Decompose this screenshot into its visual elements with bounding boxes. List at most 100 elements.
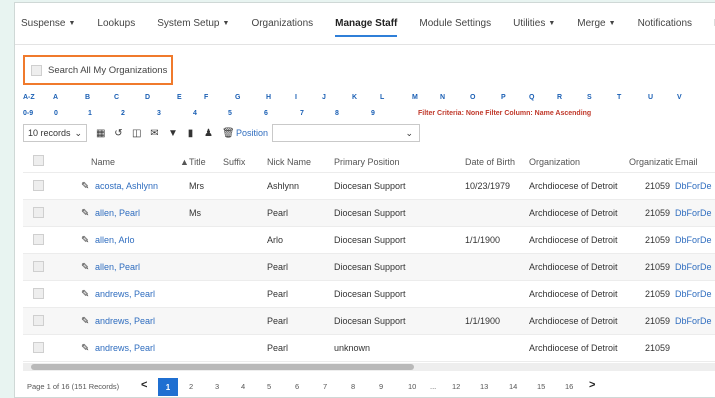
alpha-filter-c[interactable]: C [114, 94, 119, 101]
page-button[interactable]: 13 [480, 382, 488, 391]
alpha-filter-k[interactable]: K [352, 94, 357, 101]
page-button[interactable]: 6 [295, 382, 299, 391]
page-button-current[interactable]: 1 [158, 378, 178, 396]
cell-name[interactable]: allen, Arlo [95, 235, 135, 245]
nav-item-module-settings[interactable]: Module Settings [419, 3, 491, 45]
refresh-icon[interactable]: ↺ [114, 128, 123, 139]
table-row[interactable]: ✎ allen, Pearl Pearl Diocesan Support Archdi… [23, 254, 715, 281]
nav-item-suspense[interactable]: Suspense ▼ [21, 3, 75, 45]
cell-name[interactable]: andrews, Pearl [95, 343, 155, 353]
alpha-filter-f[interactable]: F [204, 94, 208, 101]
page-button[interactable]: 5 [267, 382, 271, 391]
page-button[interactable]: 12 [452, 382, 460, 391]
table-row[interactable]: ✎ andrews, Pearl Pearl Diocesan Support 1/1/… [23, 308, 715, 335]
edit-pencil-icon[interactable]: ✎ [81, 316, 89, 327]
row-checkbox[interactable] [33, 314, 44, 328]
nav-item-utilities[interactable]: Utilities ▼ [513, 3, 555, 45]
alpha-filter-q[interactable]: Q [529, 94, 534, 101]
alpha-filter-l[interactable]: L [380, 94, 384, 101]
edit-pencil-icon[interactable]: ✎ [81, 343, 89, 354]
alpha-filter-1[interactable]: 1 [88, 110, 92, 117]
alpha-filter-o[interactable]: O [470, 94, 475, 101]
alpha-filter-a-z[interactable]: A-Z [23, 94, 35, 101]
col-date-of-birth[interactable]: Date of Birth [465, 157, 515, 167]
horizontal-scrollbar[interactable] [23, 363, 715, 371]
table-row[interactable]: ✎ andrews, Pearl Pearl unknown Archdiocese o… [23, 335, 715, 362]
row-checkbox[interactable] [33, 287, 44, 301]
cell-name[interactable]: acosta, Ashlynn [95, 181, 158, 191]
row-checkbox[interactable] [33, 341, 44, 355]
page-button[interactable]: 8 [351, 382, 355, 391]
col-nick-name[interactable]: Nick Name [267, 157, 311, 167]
cell-email[interactable]: DbForDe [675, 181, 715, 191]
row-checkbox[interactable] [33, 206, 44, 220]
edit-pencil-icon[interactable]: ✎ [81, 289, 89, 300]
cell-name[interactable]: andrews, Pearl [95, 289, 155, 299]
columns-icon[interactable]: ◫ [132, 128, 141, 139]
export-icon[interactable]: ▮ [186, 128, 195, 139]
alpha-filter-e[interactable]: E [177, 94, 182, 101]
delete-icon[interactable]: 🗑 [222, 128, 235, 139]
nav-item-organizations[interactable]: Organizations [251, 3, 313, 45]
row-checkbox[interactable] [33, 260, 44, 274]
alpha-filter-s[interactable]: S [587, 94, 592, 101]
page-button[interactable]: 14 [509, 382, 517, 391]
alpha-filter-i[interactable]: I [295, 94, 297, 101]
table-row[interactable]: ✎ andrews, Pearl Pearl Diocesan Support Arch… [23, 281, 715, 308]
col-organization[interactable]: Organization [529, 157, 580, 167]
alpha-filter-8[interactable]: 8 [335, 110, 339, 117]
alpha-filter-p[interactable]: P [501, 94, 506, 101]
col-email[interactable]: Email [675, 157, 698, 167]
select-all-checkbox[interactable] [33, 155, 44, 168]
cell-name[interactable]: andrews, Pearl [95, 316, 155, 326]
table-row[interactable]: ✎ allen, Arlo Arlo Diocesan Support 1/1/1900… [23, 227, 715, 254]
page-button[interactable]: 9 [379, 382, 383, 391]
nav-item-manage-staff[interactable]: Manage Staff [335, 3, 398, 45]
row-checkbox[interactable] [33, 233, 44, 247]
nav-item-system-setup[interactable]: System Setup ▼ [157, 3, 229, 45]
alpha-filter-h[interactable]: H [266, 94, 271, 101]
alpha-filter-g[interactable]: G [235, 94, 240, 101]
alpha-filter-4[interactable]: 4 [193, 110, 197, 117]
nav-item-notifications[interactable]: Notifications [638, 3, 692, 45]
alpha-filter-n[interactable]: N [440, 94, 445, 101]
col-title[interactable]: Title [189, 157, 206, 167]
edit-pencil-icon[interactable]: ✎ [81, 181, 89, 192]
alpha-filter-d[interactable]: D [145, 94, 150, 101]
edit-pencil-icon[interactable]: ✎ [81, 208, 89, 219]
alpha-filter-7[interactable]: 7 [300, 110, 304, 117]
edit-pencil-icon[interactable]: ✎ [81, 262, 89, 273]
cell-name[interactable]: allen, Pearl [95, 262, 140, 272]
cell-email[interactable]: DbForDe [675, 316, 715, 326]
cell-email[interactable]: DbForDe [675, 235, 715, 245]
col-suffix[interactable]: Suffix [223, 157, 245, 167]
col-organization-code[interactable]: Organizatic [629, 157, 673, 167]
edit-pencil-icon[interactable]: ✎ [81, 235, 89, 246]
prev-page-button[interactable]: < [141, 379, 147, 391]
cell-email[interactable]: DbForDe [675, 262, 715, 272]
page-button[interactable]: 4 [241, 382, 245, 391]
email-icon[interactable]: ✉ [150, 128, 159, 139]
col-primary-position[interactable]: Primary Position [334, 157, 400, 167]
alpha-filter-5[interactable]: 5 [228, 110, 232, 117]
search-all-organizations-checkbox[interactable]: Search All My Organizations [23, 55, 173, 85]
row-checkbox[interactable] [33, 179, 44, 193]
table-row[interactable]: ✎ allen, Pearl Ms Pearl Diocesan Support Arch… [23, 200, 715, 227]
page-button[interactable]: 15 [537, 382, 545, 391]
alpha-filter-2[interactable]: 2 [121, 110, 125, 117]
add-user-icon[interactable]: ♟ [204, 128, 213, 139]
cell-email[interactable]: DbForDe [675, 289, 715, 299]
page-button[interactable]: 10 [408, 382, 416, 391]
page-button[interactable]: 7 [323, 382, 327, 391]
alpha-filter-m[interactable]: M [412, 94, 418, 101]
nav-item-merge[interactable]: Merge ▼ [577, 3, 615, 45]
alpha-filter-0[interactable]: 0 [54, 110, 58, 117]
alpha-filter-9[interactable]: 9 [371, 110, 375, 117]
nav-item-lookups[interactable]: Lookups [97, 3, 135, 45]
page-button[interactable]: 2 [189, 382, 193, 391]
records-per-page-select[interactable]: 10 records ⌄ [23, 124, 87, 142]
alpha-filter-6[interactable]: 6 [264, 110, 268, 117]
table-row[interactable]: ✎ acosta, Ashlynn Mrs Ashlynn Diocesan Suppo… [23, 173, 715, 200]
cell-email[interactable]: DbForDe [675, 208, 715, 218]
page-button[interactable]: 3 [215, 382, 219, 391]
